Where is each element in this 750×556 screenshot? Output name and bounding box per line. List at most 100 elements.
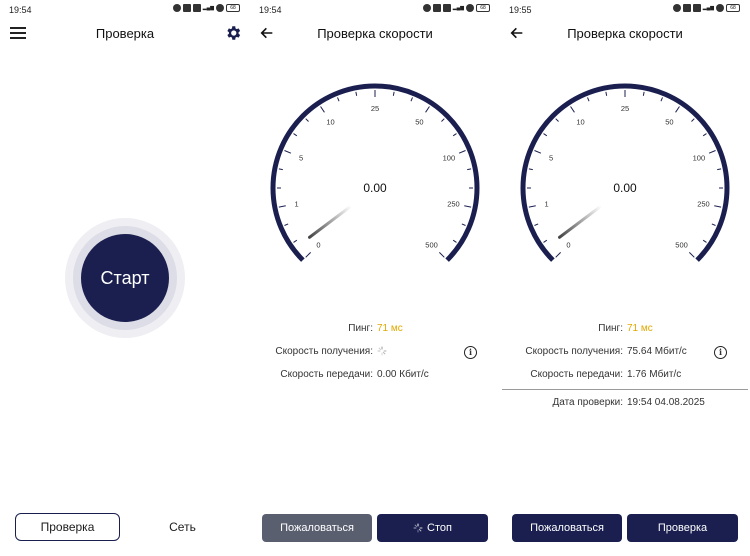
notification-icon [432, 4, 441, 12]
status-icons: ▂▄▆ 68 [172, 4, 240, 12]
gauge-tick-label: 500 [675, 241, 688, 250]
status-time: 19:55 [509, 5, 532, 15]
gauge-tick [355, 91, 358, 96]
gauge-tick [337, 97, 340, 102]
upload-value: 0.00 Кбит/с [377, 369, 429, 380]
status-time: 19:54 [259, 5, 282, 15]
complain-label: Пожаловаться [280, 522, 354, 534]
gear-icon[interactable] [224, 24, 242, 42]
check-again-button[interactable]: Проверка [627, 514, 738, 542]
gauge-tick [534, 223, 539, 226]
gauge-tick-label: 50 [665, 117, 673, 126]
notification-icon [182, 4, 191, 12]
screens-container: 19:54 ▂▄▆ 68 Проверка Старт Проверка Сет… [0, 0, 750, 556]
gauge-tick [528, 168, 533, 171]
gauge-tick [464, 205, 472, 208]
info-icon[interactable]: i [464, 346, 477, 359]
status-bar: 19:54 ▂▄▆ 68 [250, 0, 500, 18]
gauge-tick-label: 10 [576, 117, 584, 126]
gauge-tick [278, 205, 286, 208]
upload-row: Скорость передачи: 1.76 Мбит/с [500, 369, 750, 383]
upload-value: 1.76 Мбит/с [627, 369, 682, 380]
gauge-tick [467, 168, 472, 171]
home-screen: 19:54 ▂▄▆ 68 Проверка Старт Проверка Сет… [0, 0, 250, 556]
gauge-tick-label: 10 [326, 117, 334, 126]
gauge-tick [452, 133, 457, 137]
download-label: Скорость получения: [525, 346, 623, 357]
speed-test-running-screen: 19:54 ▂▄▆ 68 Проверка скорости 0 1 5 10 25 50… [250, 0, 500, 556]
signal-icon: ▂▄▆ [202, 4, 214, 11]
gauge-tick-label: 1 [544, 200, 548, 209]
gauge-tick [675, 106, 680, 113]
gauge-needle [308, 204, 353, 239]
gauge-tick [688, 251, 695, 258]
gauge-tick [438, 251, 445, 258]
gauge-value: 0.00 [613, 181, 637, 195]
gauge-tick [278, 168, 283, 171]
gauge-tick-label: 0 [316, 241, 320, 250]
gauge-tick [320, 106, 325, 113]
download-value: 75.64 Мбит/с [627, 346, 687, 357]
battery-icon: 68 [226, 4, 240, 12]
status-icons: ▂▄▆ 68 [422, 4, 490, 12]
loading-spinner-icon [413, 523, 423, 533]
download-loading [377, 346, 387, 358]
gauge-tick [708, 150, 716, 154]
ping-row: Пинг: 71 мс [250, 323, 500, 337]
stop-button[interactable]: Стоп [377, 514, 488, 542]
nav-tab-network[interactable]: Сеть [135, 513, 230, 541]
upload-row: Скорость передачи: 0.00 Кбит/с [250, 369, 500, 383]
complain-button[interactable]: Пожаловаться [512, 514, 622, 542]
wifi-icon [716, 4, 724, 12]
gauge-tick [691, 118, 695, 122]
gauge-tick [441, 118, 445, 122]
speed-gauge: 0 1 5 10 25 50 100 250 500 0.00 [270, 83, 480, 262]
gauge-tick [642, 91, 645, 96]
gauge-tick [570, 106, 575, 113]
gauge-tick [392, 91, 395, 96]
gauge-tick [660, 97, 663, 102]
gauge-tick-label: 500 [425, 241, 438, 250]
wifi-icon [466, 4, 474, 12]
gauge-tick [425, 106, 430, 113]
gauge-tick-label: 1 [294, 200, 298, 209]
gauge-tick [587, 97, 590, 102]
info-icon[interactable]: i [714, 346, 727, 359]
ping-value: 71 мс [377, 323, 403, 334]
bottom-nav: Проверка Сеть [0, 512, 250, 542]
page-title: Проверка скорости [317, 26, 433, 41]
loading-spinner-icon [377, 346, 387, 356]
gauge-tick [717, 168, 722, 171]
gauge-value: 0.00 [363, 181, 387, 195]
complain-button[interactable]: Пожаловаться [262, 514, 372, 542]
app-bar: Проверка скорости [500, 20, 750, 48]
gauge-tick-label: 25 [621, 104, 629, 113]
gauge-needle [558, 204, 603, 239]
gauge-tick [458, 150, 466, 154]
battery-icon: 68 [726, 4, 740, 12]
gauge-tick-label: 50 [415, 117, 423, 126]
speed-gauge: 0 1 5 10 25 50 100 250 500 0.00 [520, 83, 730, 262]
gauge-tick [702, 239, 707, 243]
nfc-icon [192, 4, 201, 12]
gauge-tick [702, 133, 707, 137]
gauge-tick [284, 150, 292, 154]
ping-label: Пинг: [348, 323, 373, 334]
nav-tab-check[interactable]: Проверка [15, 513, 120, 541]
download-label: Скорость получения: [275, 346, 373, 357]
gauge-tick [452, 239, 457, 243]
nfc-icon [442, 4, 451, 12]
date-label: Дата проверки: [552, 397, 623, 408]
action-buttons: Пожаловаться Проверка [500, 514, 750, 542]
gauge-tick [555, 251, 562, 258]
speed-test-result-screen: 19:55 ▂▄▆ 68 Проверка скорости 0 1 5 10 25 50… [500, 0, 750, 556]
gauge-tick [543, 133, 548, 137]
action-buttons: Пожаловаться Стоп [250, 514, 500, 542]
status-time: 19:54 [9, 5, 32, 15]
complain-label: Пожаловаться [530, 522, 604, 534]
gauge-tick [293, 133, 298, 137]
start-button[interactable]: Старт [81, 234, 169, 322]
page-title: Проверка скорости [567, 26, 683, 41]
gauge-tick-label: 250 [697, 200, 710, 209]
ping-row: Пинг: 71 мс [500, 323, 750, 337]
